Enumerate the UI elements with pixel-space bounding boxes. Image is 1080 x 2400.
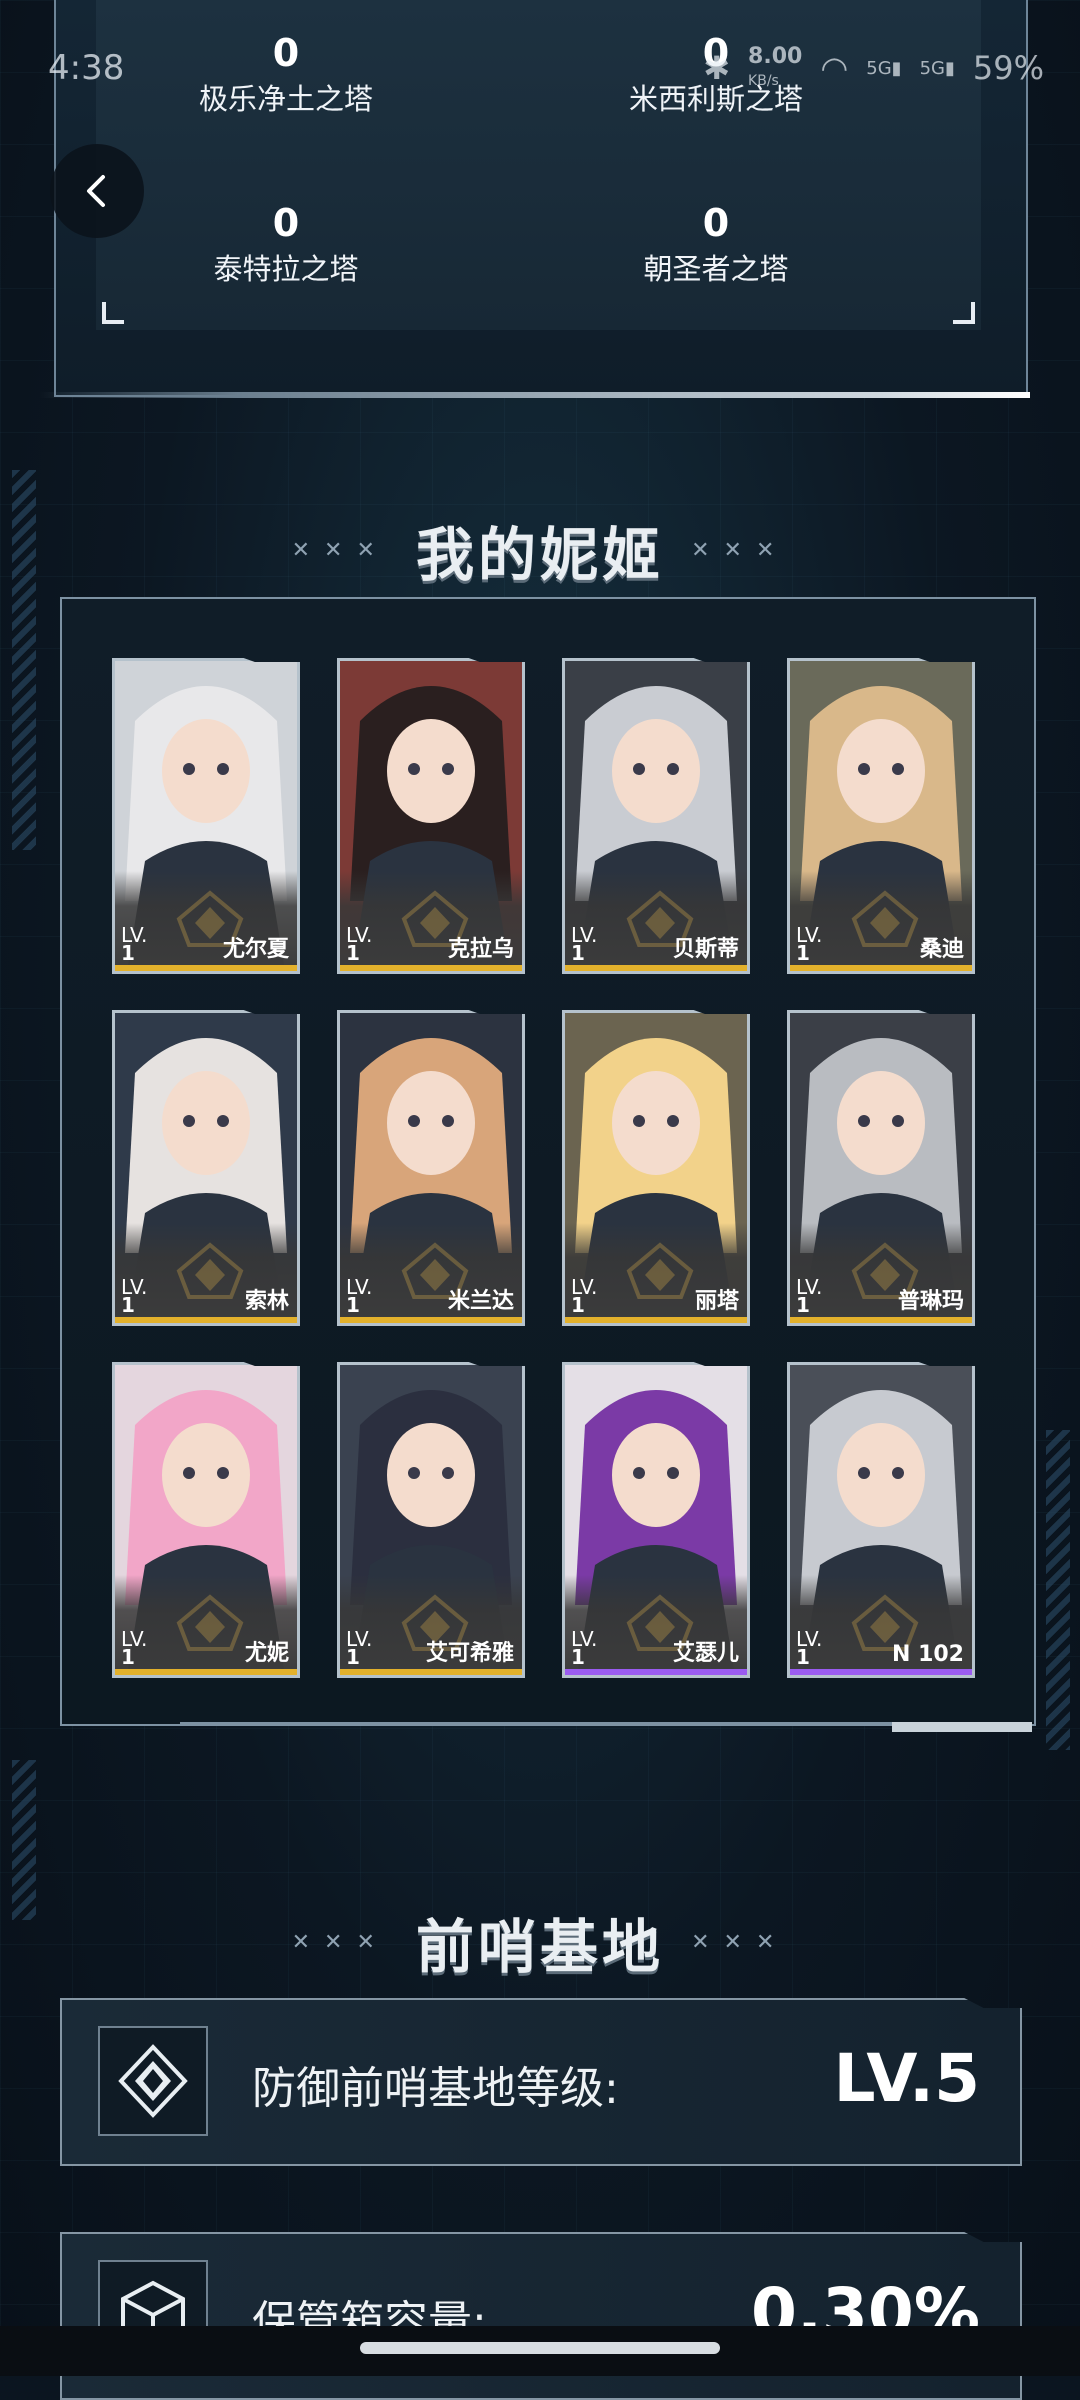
towers-panel: 0 极乐净土之塔 0 米西利斯之塔 0 泰特拉之塔 0 朝圣者之塔	[54, 0, 1028, 397]
decor-x-icon: ✕✕✕	[691, 1929, 789, 1955]
rarity-bar	[790, 965, 972, 971]
rarity-bar	[115, 1317, 297, 1323]
nikke-level: 1	[571, 941, 585, 965]
left-stripe-decoration-2	[12, 1760, 36, 1920]
nikke-level: 1	[121, 941, 135, 965]
rarity-bar	[565, 1669, 747, 1675]
rarity-bar	[790, 1669, 972, 1675]
nikke-level: 1	[571, 1645, 585, 1669]
right-stripe-decoration	[1046, 1430, 1070, 1750]
nikke-name: 米兰达	[447, 1289, 514, 1314]
decor-x-icon: ✕✕✕	[291, 537, 389, 563]
tower-tetra: 0 泰特拉之塔	[213, 201, 359, 286]
nikke-level: 1	[796, 1293, 810, 1317]
nikke-card[interactable]: LV. 1 艾可希雅	[337, 1362, 525, 1678]
corner-bracket-icon	[102, 302, 124, 324]
nikke-card[interactable]: LV. 1 N 102	[787, 1362, 975, 1678]
manufacturer-emblem-icon	[176, 1242, 244, 1299]
nikke-card[interactable]: LV. 1 艾瑟儿	[562, 1362, 750, 1678]
manufacturer-emblem-icon	[176, 1594, 244, 1651]
defense-level-value: LV.5	[833, 2040, 980, 2117]
nikke-level: 1	[796, 1645, 810, 1669]
nikke-card[interactable]: LV. 1 米兰达	[337, 1010, 525, 1326]
nikke-card[interactable]: LV. 1 桑迪	[787, 658, 975, 974]
nikke-card[interactable]: LV. 1 尤尔夏	[112, 658, 300, 974]
nikke-name: 桑迪	[919, 937, 964, 962]
nikke-card[interactable]: LV. 1 索林	[112, 1010, 300, 1326]
outpost-section-header: ✕✕✕ 前哨基地 ✕✕✕	[0, 1900, 1080, 1984]
towers-inner: 0 极乐净土之塔 0 米西利斯之塔 0 泰特拉之塔 0 朝圣者之塔	[96, 0, 981, 330]
nikke-name: 艾可希雅	[425, 1641, 514, 1666]
manufacturer-emblem-icon	[626, 1242, 694, 1299]
nikke-level: 1	[346, 1293, 360, 1317]
nikke-name: 艾瑟儿	[672, 1641, 739, 1666]
nikke-name: 普琳玛	[897, 1289, 964, 1314]
tower-pilgrim: 0 朝圣者之塔	[643, 201, 789, 286]
nikke-card[interactable]: LV. 1 丽塔	[562, 1010, 750, 1326]
rarity-bar	[340, 965, 522, 971]
chevron-left-icon	[87, 175, 105, 207]
nikke-section-title: 我的妮姬	[415, 521, 664, 589]
rarity-bar	[340, 1317, 522, 1323]
rarity-bar	[115, 965, 297, 971]
nikke-name: N 102	[892, 1642, 964, 1667]
rarity-bar	[565, 965, 747, 971]
rarity-bar	[790, 1317, 972, 1323]
defense-level-label: 防御前哨基地等级:	[252, 2063, 619, 2114]
nikke-name: 克拉乌	[447, 937, 514, 962]
panel-underline	[180, 1722, 1032, 1736]
nikke-name: 尤妮	[244, 1641, 289, 1666]
nikke-card[interactable]: LV. 1 普琳玛	[787, 1010, 975, 1326]
nikke-level: 1	[121, 1645, 135, 1669]
rarity-bar	[115, 1669, 297, 1675]
nikke-level: 1	[346, 941, 360, 965]
nikke-section-header: ✕✕✕ 我的妮姬 ✕✕✕	[0, 508, 1080, 592]
tower-elysion: 0 极乐净土之塔	[198, 31, 373, 116]
decor-x-icon: ✕✕✕	[291, 1929, 389, 1955]
decor-x-icon: ✕✕✕	[691, 537, 789, 563]
rarity-bar	[340, 1669, 522, 1675]
nikke-card[interactable]: LV. 1 贝斯蒂	[562, 658, 750, 974]
home-indicator[interactable]	[360, 2342, 720, 2354]
nikke-card[interactable]: LV. 1 克拉乌	[337, 658, 525, 974]
nikke-level: 1	[796, 941, 810, 965]
nikke-level: 1	[346, 1645, 360, 1669]
rarity-bar	[565, 1317, 747, 1323]
nikke-card[interactable]: LV. 1 尤妮	[112, 1362, 300, 1678]
nikke-name: 丽塔	[694, 1289, 739, 1314]
panel-underline	[40, 392, 1030, 398]
nikke-level: 1	[121, 1293, 135, 1317]
corner-bracket-icon	[953, 302, 975, 324]
back-button[interactable]	[50, 144, 144, 238]
nikke-name: 索林	[244, 1289, 289, 1314]
nikke-level: 1	[571, 1293, 585, 1317]
nikke-name: 尤尔夏	[222, 937, 289, 962]
outpost-section-title: 前哨基地	[415, 1913, 664, 1981]
defense-level-row: 防御前哨基地等级: LV.5	[60, 1998, 1022, 2166]
nikke-name: 贝斯蒂	[672, 937, 739, 962]
manufacturer-emblem-icon	[851, 890, 919, 947]
outpost-emblem-icon	[98, 2026, 208, 2136]
tower-missilis: 0 米西利斯之塔	[628, 31, 803, 116]
